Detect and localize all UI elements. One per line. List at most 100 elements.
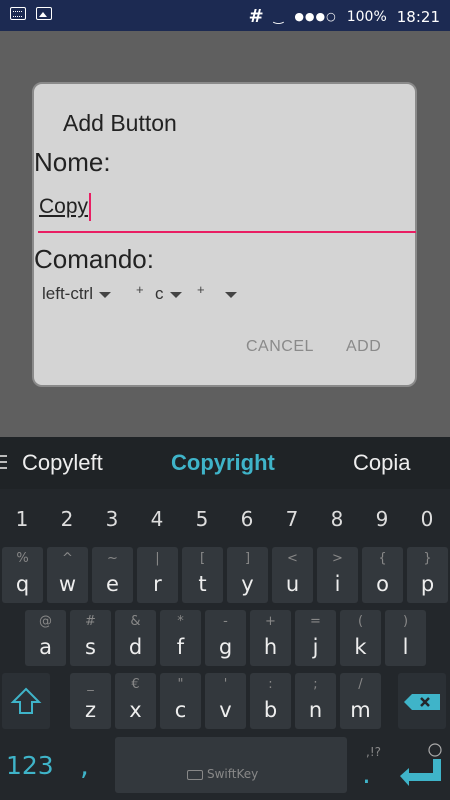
command-label: Comando:	[34, 244, 154, 274]
chevron-down-icon	[169, 291, 182, 298]
backspace-icon	[404, 694, 440, 710]
key-o[interactable]: {o	[362, 547, 403, 603]
key-label: m	[350, 698, 371, 722]
signal-icon: ‿	[273, 9, 285, 24]
key-label: f	[176, 635, 185, 659]
key-m[interactable]: / m	[340, 673, 381, 729]
key-p[interactable]: } p	[407, 547, 448, 603]
key-g[interactable]: -g	[205, 610, 246, 666]
key-alt: )	[402, 614, 409, 629]
key-alt: -	[223, 614, 228, 629]
signal-dots-icon: ●●●○	[294, 10, 337, 23]
key-k[interactable]: (k	[340, 610, 381, 666]
key-v[interactable]: ' v	[205, 673, 246, 729]
key-label: q	[15, 572, 30, 596]
key-3[interactable]: 3	[97, 507, 127, 531]
key-y[interactable]: ] y	[227, 547, 268, 603]
numbers-switch-key[interactable]: 123	[2, 737, 60, 793]
suggestion-bar: Copyleft Copyright Copia	[0, 437, 450, 489]
cancel-button[interactable]: CANCEL	[246, 338, 314, 356]
key-alt: ]	[244, 551, 251, 566]
space-bar[interactable]: SwiftKey	[115, 737, 347, 793]
brand-label: SwiftKey	[207, 767, 259, 781]
key-c[interactable]: " c	[160, 673, 201, 729]
add-button[interactable]: ADD	[346, 338, 381, 356]
key-q[interactable]: % q	[2, 547, 43, 603]
suggestion-3[interactable]: Copia	[353, 450, 410, 476]
key-7[interactable]: 7	[277, 507, 307, 531]
key-6[interactable]: 6	[232, 507, 262, 531]
key-u[interactable]: < u	[272, 547, 313, 603]
comma-label: ,	[80, 749, 89, 782]
chevron-down-icon	[99, 291, 111, 298]
key-alt: %	[16, 551, 29, 566]
key-alt: &	[130, 614, 141, 629]
swiftkey-icon	[187, 769, 203, 780]
key-n[interactable]: ; n	[295, 673, 336, 729]
plus-separator: +	[136, 282, 144, 297]
suggestion-2[interactable]: Copyright	[171, 450, 275, 476]
key-t[interactable]: [t	[182, 547, 223, 603]
period-key[interactable]: ,!? .	[350, 737, 390, 793]
key-2[interactable]: 2	[52, 507, 82, 531]
battery-percent: 100%	[346, 8, 387, 25]
key-h[interactable]: + h	[250, 610, 291, 666]
key-alt: '	[223, 677, 228, 692]
key-alt: #	[85, 614, 96, 629]
key-alt: /	[358, 677, 363, 692]
comma-key[interactable]: ,	[62, 737, 110, 793]
key-e[interactable]: ~ e	[92, 547, 133, 603]
key-alt: ~	[107, 551, 118, 566]
key-5[interactable]: 5	[187, 507, 217, 531]
swiftkey-logo: SwiftKey	[187, 767, 258, 781]
backspace-key[interactable]	[398, 673, 446, 729]
key-alt: *	[177, 614, 184, 629]
name-input-value[interactable]: Copy	[39, 195, 88, 219]
key-label: p	[420, 572, 435, 596]
key-z[interactable]: _ z	[70, 673, 111, 729]
key-0[interactable]: 0	[412, 507, 442, 531]
key-a[interactable]: @ a	[25, 610, 66, 666]
key-label: c	[174, 698, 187, 722]
command-modifier-select[interactable]: left-ctrl	[42, 284, 111, 304]
command-key-select[interactable]: c	[155, 284, 182, 304]
key-1[interactable]: 1	[7, 507, 37, 531]
status-left	[10, 7, 52, 20]
key-s[interactable]: # s	[70, 610, 111, 666]
key-alt: _	[87, 677, 94, 692]
key-b[interactable]: :b	[250, 673, 291, 729]
key-label: o	[376, 572, 389, 596]
key-d[interactable]: & d	[115, 610, 156, 666]
key-j[interactable]: = j	[295, 610, 336, 666]
key-8[interactable]: 8	[322, 507, 352, 531]
key-alt: |	[155, 551, 160, 566]
key-x[interactable]: € x	[115, 673, 156, 729]
key-label: k	[354, 635, 367, 659]
suggestion-1[interactable]: Copyleft	[22, 450, 103, 476]
key-label: j	[312, 635, 319, 659]
shift-icon	[10, 687, 42, 714]
key-i[interactable]: > i	[317, 547, 358, 603]
enter-key[interactable]	[395, 737, 448, 793]
add-button-dialog: Add Button Nome: Copy Comando: left-ctrl…	[32, 82, 417, 387]
name-input[interactable]: Copy	[38, 189, 416, 233]
key-r[interactable]: | r	[137, 547, 178, 603]
key-9[interactable]: 9	[367, 507, 397, 531]
key-l[interactable]: ) l	[385, 610, 426, 666]
name-label: Nome:	[34, 147, 111, 177]
key-alt: =	[310, 614, 321, 629]
clock: 18:21	[396, 7, 440, 26]
key-f[interactable]: * f	[160, 610, 201, 666]
key-label: h	[263, 635, 278, 659]
key-alt: "	[177, 677, 184, 692]
key-alt: >	[332, 551, 343, 566]
key-alt: ;	[313, 677, 318, 692]
emoji-enter-icon	[400, 743, 442, 786]
command-extra-select[interactable]	[215, 284, 237, 304]
key-4[interactable]: 4	[142, 507, 172, 531]
key-label: y	[241, 572, 254, 596]
key-w[interactable]: ^ w	[47, 547, 88, 603]
menu-icon[interactable]	[0, 455, 8, 473]
shift-key[interactable]	[2, 673, 50, 729]
key-alt: {	[378, 551, 387, 566]
